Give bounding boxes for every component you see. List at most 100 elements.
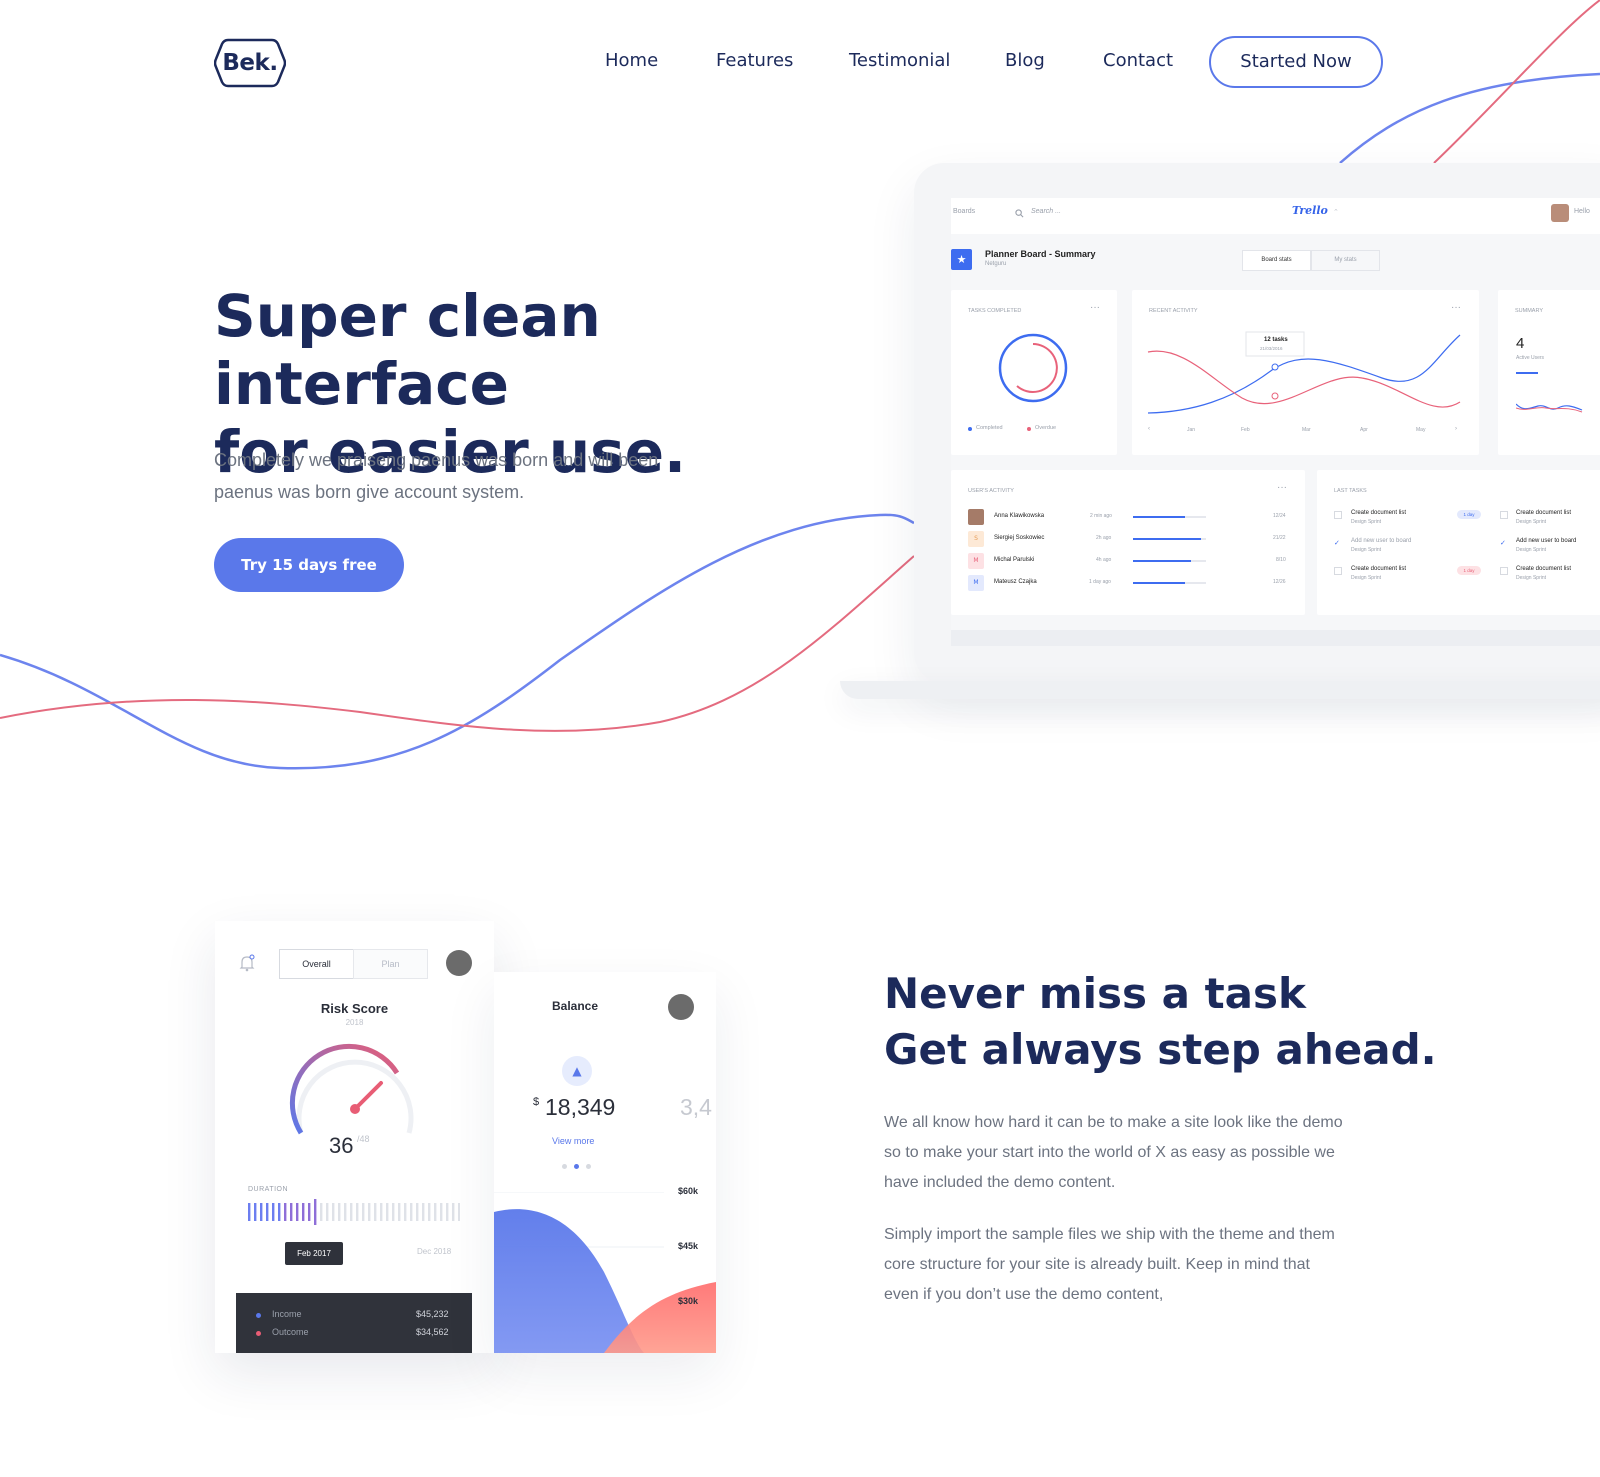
hero-subtitle-line1: Completely we praiseng paenus was born a…	[214, 450, 659, 470]
user-time: 1 day ago	[1089, 579, 1111, 585]
dashboard-topbar	[951, 198, 1600, 234]
pager-dot[interactable]	[586, 1164, 591, 1169]
task-sub: Design Sprint	[1351, 547, 1382, 553]
task-title: Create document list	[1351, 510, 1407, 516]
task-title: Create document list	[1516, 510, 1572, 516]
legend-completed-label: Completed	[976, 425, 1003, 431]
nav-blog[interactable]: Blog	[1005, 50, 1045, 71]
axis-label: $30k	[678, 1296, 699, 1306]
task-checkbox[interactable]	[1334, 567, 1342, 575]
tab-my-stats[interactable]: My stats	[1311, 250, 1380, 271]
try-free-button[interactable]: Try 15 days free	[214, 538, 404, 592]
nav-features[interactable]: Features	[716, 50, 793, 71]
risk-score-value: 36	[329, 1133, 354, 1158]
task-title: Create document list	[1351, 566, 1407, 572]
section2-paragraph-2: Simply import the sample files we ship w…	[884, 1220, 1404, 1310]
legend-overdue-label: Overdue	[1035, 425, 1057, 431]
duration-label: DURATION	[248, 1186, 289, 1193]
legend-completed-dot	[968, 427, 972, 431]
chart-prev-icon[interactable]: ‹	[1148, 426, 1150, 432]
task-checkbox[interactable]	[1500, 567, 1508, 575]
balance-next-amount: 3,4	[680, 1094, 712, 1120]
board-org: Netguru	[985, 261, 1007, 267]
section2-paragraph-1: We all know how hard it can be to make a…	[884, 1108, 1404, 1198]
task-checkbox[interactable]	[1334, 511, 1342, 519]
month-label: Mar	[1302, 427, 1311, 433]
nav-home[interactable]: Home	[605, 50, 658, 71]
task-checkbox[interactable]	[1500, 511, 1508, 519]
tab-board-stats[interactable]: Board stats	[1242, 250, 1311, 271]
tab-plan[interactable]: Plan	[353, 949, 428, 979]
duration-bar	[434, 1203, 437, 1221]
user-time: 4h ago	[1096, 557, 1112, 563]
chart-next-icon[interactable]: ›	[1455, 426, 1457, 432]
tasks-completed-title: TASKS COMPLETED	[968, 308, 1022, 314]
avatar[interactable]	[1551, 204, 1569, 222]
check-icon[interactable]: ✓	[1500, 539, 1508, 547]
dashboard-nav-boards[interactable]: Boards	[953, 208, 975, 215]
avatar[interactable]	[668, 994, 694, 1020]
task-sub: Design Sprint	[1351, 575, 1382, 581]
balance-title: Balance	[552, 999, 599, 1013]
dashboard-search-input[interactable]: Search ...	[1031, 208, 1061, 215]
section2-title-line2: Get always step ahead.	[884, 1025, 1437, 1074]
paragraph-line: even if you don’t use the demo content,	[884, 1286, 1164, 1303]
duration-bar	[422, 1203, 425, 1221]
hero-subtitle-line2: paenus was born give account system.	[214, 482, 525, 502]
avatar[interactable]	[446, 950, 472, 976]
duration-bar	[284, 1203, 287, 1221]
user-avatar	[968, 509, 984, 525]
paragraph-line: Simply import the sample files we ship w…	[884, 1226, 1335, 1243]
screen-bottom-strip	[951, 630, 1600, 646]
summary-title: SUMMARY	[1515, 308, 1544, 314]
duration-bar	[446, 1203, 449, 1221]
money-bag-icon: ▲	[562, 1056, 592, 1086]
summary-value: 4	[1516, 335, 1525, 352]
duration-bars[interactable]	[248, 1199, 460, 1225]
task-sub: Design Sprint	[1516, 575, 1547, 581]
brand-chevron-icon[interactable]: ⌃	[1333, 208, 1339, 216]
started-now-button[interactable]: Started Now	[1209, 36, 1383, 88]
user-ratio: 21/22	[1273, 535, 1286, 541]
month-label: May	[1416, 427, 1426, 433]
risk-score-card: Overall Plan Risk Score 2018 36 /48 DURA…	[215, 921, 494, 1353]
user-progress-track	[1133, 538, 1206, 540]
pager-dot[interactable]	[562, 1164, 567, 1169]
section2-title-line1: Never miss a task	[884, 969, 1306, 1018]
hero-subtitle: Completely we praiseng paenus was born a…	[214, 444, 734, 508]
nav-testimonial[interactable]: Testimonial	[849, 50, 950, 71]
logo[interactable]: Bek.	[214, 36, 286, 90]
duration-bar	[296, 1203, 299, 1221]
user-name: Michal Parulski	[994, 557, 1035, 563]
dashboard-brand: Trello	[1292, 204, 1328, 217]
task-sub: Design Sprint	[1516, 547, 1547, 553]
duration-bar	[308, 1203, 311, 1221]
bell-icon[interactable]	[239, 954, 255, 972]
duration-bar	[356, 1203, 359, 1221]
view-more-link[interactable]: View more	[552, 1136, 594, 1146]
duration-bar	[386, 1203, 389, 1221]
user-ratio: 12/26	[1273, 579, 1286, 585]
duration-tooltip: Feb 2017	[285, 1242, 343, 1265]
hero-title-line1: Super clean interface	[214, 282, 601, 418]
tab-overall[interactable]: Overall	[279, 949, 354, 979]
more-icon[interactable]: ···	[1277, 482, 1287, 493]
axis-label: $45k	[678, 1241, 699, 1251]
income-value: $45,232	[416, 1309, 449, 1319]
dashboard-screen: Boards Search ... Trello ⌃ Hello ★ Plann…	[951, 198, 1600, 646]
more-icon[interactable]: ···	[1090, 302, 1100, 313]
duration-bar	[452, 1203, 455, 1221]
income-dot	[256, 1313, 261, 1318]
risk-score-max: /48	[357, 1134, 370, 1144]
check-icon[interactable]: ✓	[1334, 539, 1342, 547]
board-title: Planner Board - Summary	[985, 249, 1096, 259]
pager-dot-active[interactable]	[574, 1164, 579, 1169]
summary-bar	[1516, 372, 1538, 374]
nav-contact[interactable]: Contact	[1103, 50, 1173, 71]
logo-text: Bek.	[222, 50, 278, 76]
duration-bar	[290, 1203, 293, 1221]
paragraph-line: We all know how hard it can be to make a…	[884, 1114, 1343, 1131]
recent-activity-card: RECENT ACTIVITY ··· 12 tasks 21/03/2016 …	[1132, 290, 1479, 455]
duration-bar	[278, 1203, 281, 1221]
paragraph-line: core structure for your site is already …	[884, 1256, 1310, 1273]
